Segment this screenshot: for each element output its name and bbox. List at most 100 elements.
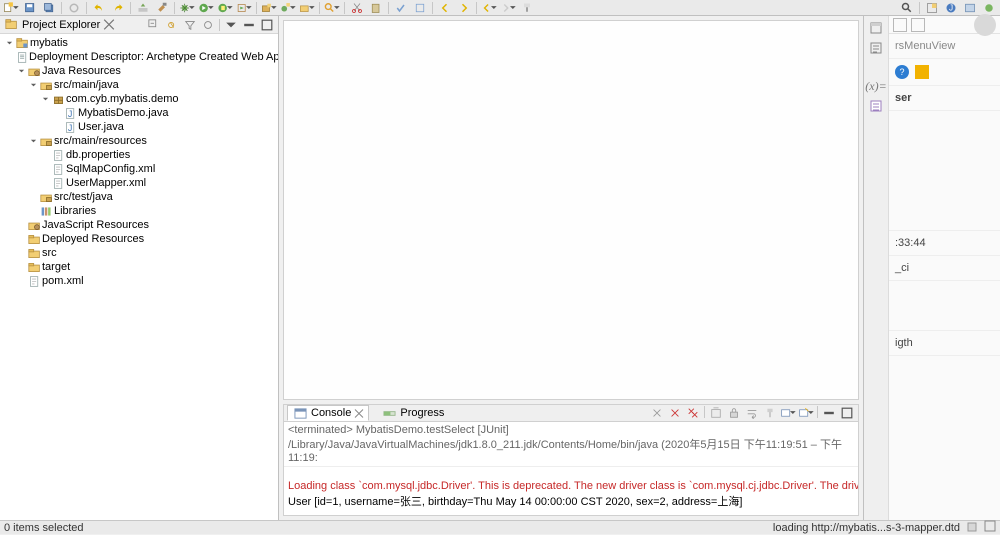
publish-icon[interactable]	[135, 1, 151, 15]
remove-all-icon[interactable]	[685, 406, 701, 420]
new-icon[interactable]	[3, 1, 19, 15]
focus-icon[interactable]	[200, 18, 216, 32]
minimize-icon[interactable]	[241, 18, 257, 32]
tree-node[interactable]: src/main/resources	[0, 134, 278, 148]
tree-node-label: User.java	[78, 121, 124, 133]
tree-node[interactable]: mybatis	[0, 36, 278, 50]
project-tree[interactable]: mybatis Deployment Descriptor: Archetype…	[0, 34, 278, 520]
debug-icon[interactable]	[179, 1, 195, 15]
console-line-error: Loading class `com.mysql.jdbc.Driver'. T…	[288, 480, 858, 492]
right-row-ci: _ci	[889, 256, 1000, 281]
placeholder-icon[interactable]	[893, 18, 907, 32]
tree-node[interactable]: target	[0, 260, 278, 274]
main-toolbar: J	[0, 0, 1000, 16]
tree-node[interactable]: Java Resources	[0, 64, 278, 78]
separator	[432, 2, 433, 14]
tree-node[interactable]: db.properties	[0, 148, 278, 162]
tree-node[interactable]: src	[0, 246, 278, 260]
tree-node[interactable]: Libraries	[0, 204, 278, 218]
tree-node[interactable]: JavaScript Resources	[0, 218, 278, 232]
minimize-icon[interactable]	[821, 406, 837, 420]
editor-area[interactable]	[283, 20, 859, 400]
new-folder-icon[interactable]	[299, 1, 315, 15]
cut-icon[interactable]	[349, 1, 365, 15]
pin-editor-icon[interactable]	[519, 1, 535, 15]
close-icon[interactable]	[354, 406, 364, 420]
warning-badge-icon[interactable]	[915, 65, 929, 79]
maximize-icon[interactable]	[259, 18, 275, 32]
tree-node[interactable]: com.cyb.mybatis.demo	[0, 92, 278, 106]
project-explorer-icon	[3, 18, 19, 32]
remove-launch-icon[interactable]	[667, 406, 683, 420]
tree-node[interactable]: Deployment Descriptor: Archetype Created…	[0, 50, 278, 64]
placeholder-icon[interactable]	[911, 18, 925, 32]
debug-perspective-icon[interactable]	[981, 1, 997, 15]
open-console-icon[interactable]	[798, 406, 814, 420]
java-icon: J	[62, 106, 78, 120]
collapse-all-icon[interactable]	[146, 18, 162, 32]
package-icon	[50, 92, 66, 106]
tree-node[interactable]: src/test/java	[0, 190, 278, 204]
close-icon[interactable]	[103, 18, 115, 32]
tree-node[interactable]: Deployed Resources	[0, 232, 278, 246]
svg-text:J: J	[67, 108, 71, 118]
open-perspective-icon[interactable]	[924, 1, 940, 15]
prev-edit-icon[interactable]	[437, 1, 453, 15]
save-all-icon[interactable]	[41, 1, 57, 15]
separator	[174, 2, 175, 14]
new-package-icon[interactable]	[261, 1, 277, 15]
scroll-lock-icon[interactable]	[726, 406, 742, 420]
next-edit-icon[interactable]	[456, 1, 472, 15]
java-icon: J	[62, 120, 78, 134]
pin-console-icon[interactable]	[762, 406, 778, 420]
new-class-icon[interactable]	[280, 1, 296, 15]
right-panel: rsMenuView ? ser :33:44 _ci igth	[888, 16, 1000, 520]
toggle-block-icon[interactable]	[412, 1, 428, 15]
disclosure-icon	[40, 96, 50, 103]
gc-icon[interactable]	[966, 520, 978, 535]
terminate-icon[interactable]	[66, 1, 82, 15]
paste-icon[interactable]	[368, 1, 384, 15]
tree-node[interactable]: J User.java	[0, 120, 278, 134]
search-tool-icon[interactable]	[324, 1, 340, 15]
outline-min-icon[interactable]	[867, 40, 885, 56]
tree-node[interactable]: UserMapper.xml	[0, 176, 278, 190]
info-badge-icon[interactable]: ?	[895, 65, 909, 79]
view-menu-icon[interactable]	[223, 18, 239, 32]
hammer-icon[interactable]	[154, 1, 170, 15]
undo-icon[interactable]	[91, 1, 107, 15]
filter-icon[interactable]	[182, 18, 198, 32]
display-selected-console-icon[interactable]	[780, 406, 796, 420]
terminate-relaunch-icon[interactable]	[649, 406, 665, 420]
disclosure-icon[interactable]	[4, 40, 14, 47]
tasklist-min-icon[interactable]	[867, 98, 885, 114]
java-ee-perspective-icon[interactable]: J	[943, 1, 959, 15]
tree-node[interactable]: pom.xml	[0, 274, 278, 288]
folder-icon	[26, 246, 42, 260]
back-icon[interactable]	[481, 1, 497, 15]
tree-node[interactable]: SqlMapConfig.xml	[0, 162, 278, 176]
save-icon[interactable]	[22, 1, 38, 15]
tree-node[interactable]: J MybatisDemo.java	[0, 106, 278, 120]
coverage-icon[interactable]	[217, 1, 233, 15]
toggle-mark-icon[interactable]	[393, 1, 409, 15]
avatar-icon[interactable]	[974, 14, 996, 36]
quick-access-search-icon[interactable]	[899, 1, 915, 15]
forward-icon[interactable]	[500, 1, 516, 15]
restore-icon[interactable]	[867, 20, 885, 36]
tab-console-label: Console	[311, 407, 351, 419]
tab-progress[interactable]: Progress	[377, 406, 448, 420]
expression-icon[interactable]: (x)=	[867, 78, 885, 94]
java-perspective-icon[interactable]	[962, 1, 978, 15]
overview-icon[interactable]	[984, 520, 996, 535]
tree-node[interactable]: src/main/java	[0, 78, 278, 92]
tab-console[interactable]: Console	[287, 405, 369, 421]
maximize-icon[interactable]	[839, 406, 855, 420]
link-editor-icon[interactable]	[164, 18, 180, 32]
run-last-icon[interactable]	[236, 1, 252, 15]
console-output[interactable]: Loading class `com.mysql.jdbc.Driver'. T…	[284, 467, 858, 515]
run-icon[interactable]	[198, 1, 214, 15]
word-wrap-icon[interactable]	[744, 406, 760, 420]
clear-console-icon[interactable]	[708, 406, 724, 420]
redo-icon[interactable]	[110, 1, 126, 15]
